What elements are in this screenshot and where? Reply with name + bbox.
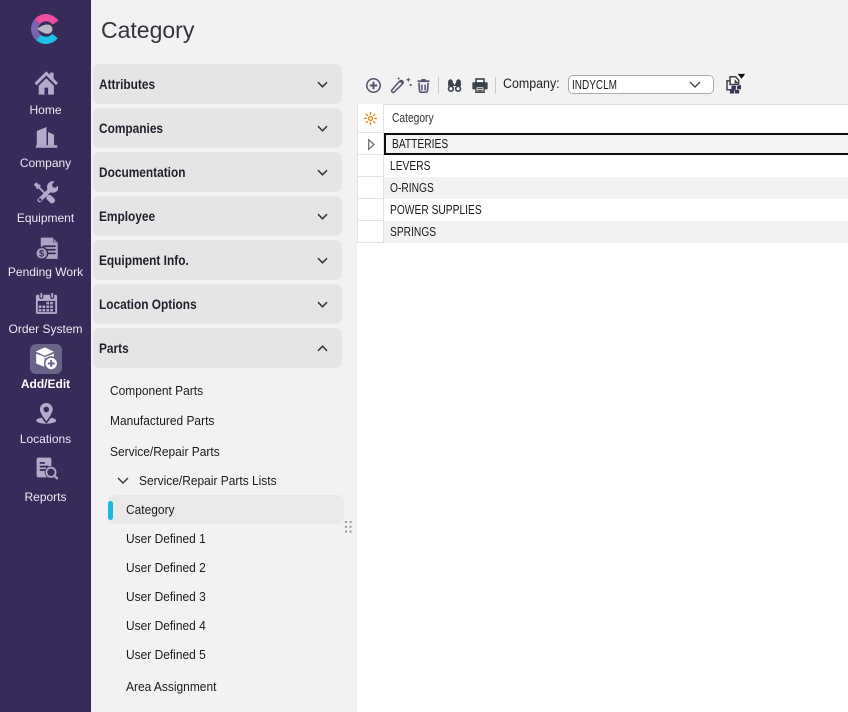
svg-text:$: $ bbox=[39, 249, 45, 260]
